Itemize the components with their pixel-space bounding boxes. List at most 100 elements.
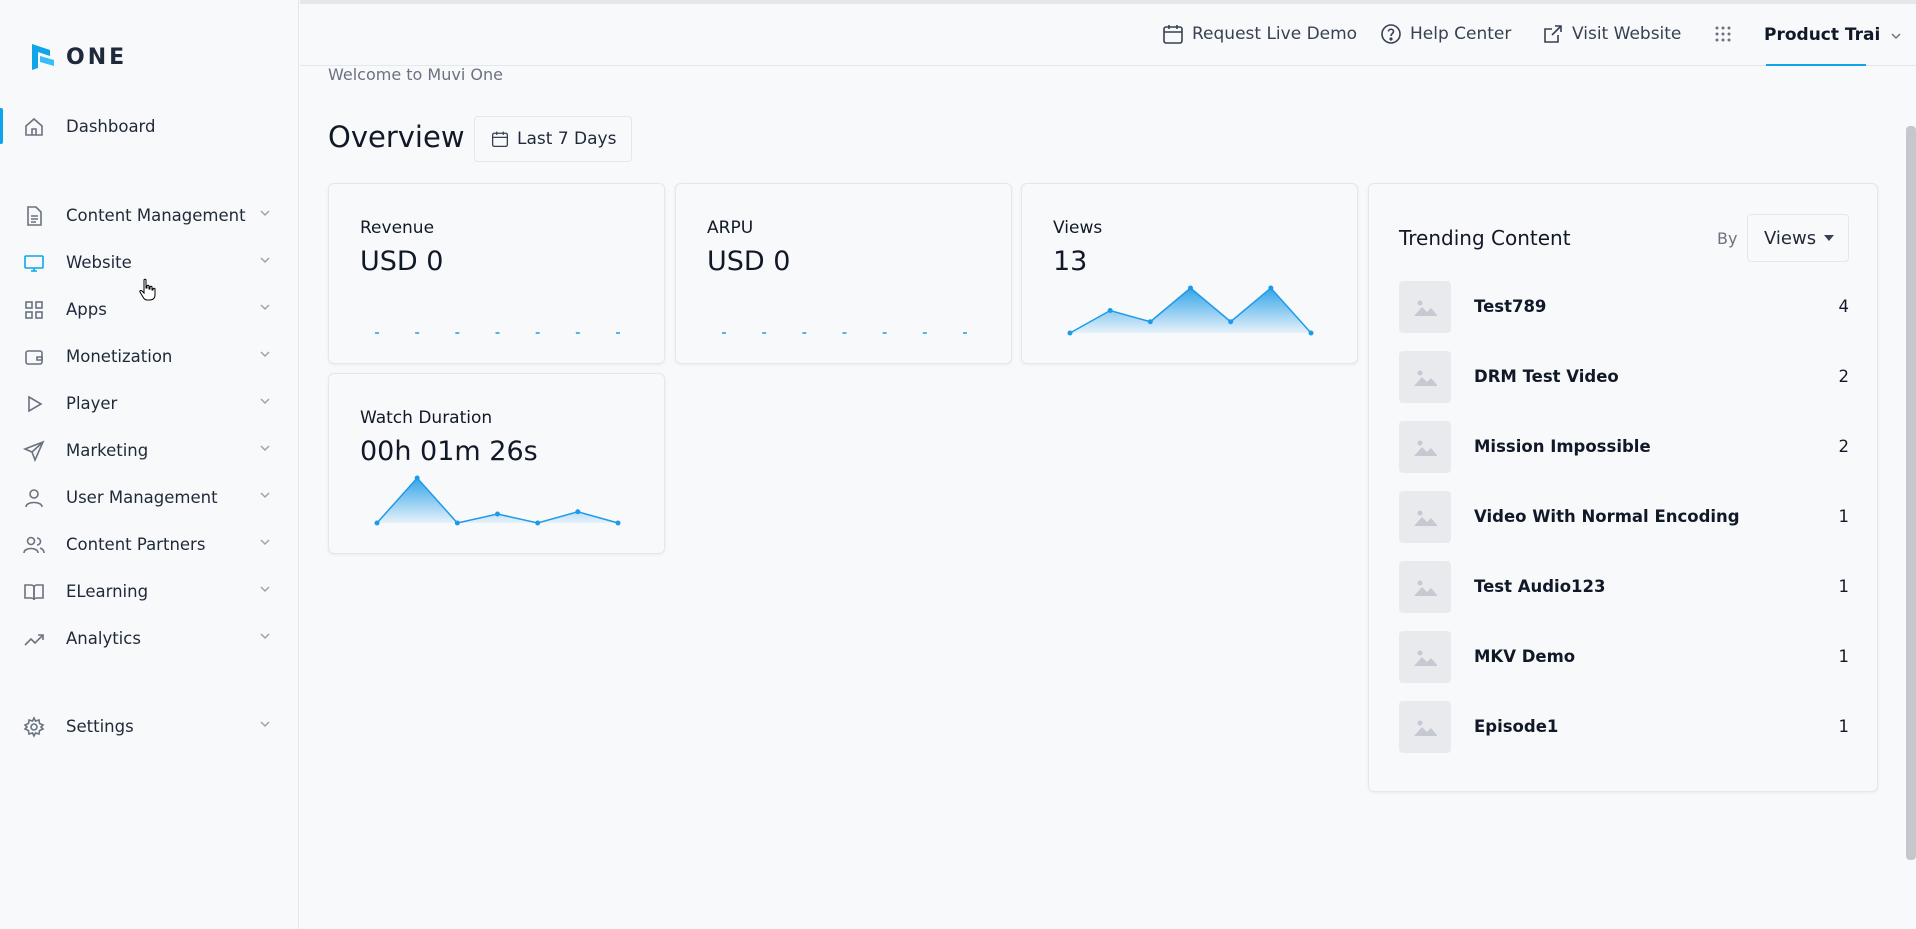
- content-title: Test Audio123: [1474, 577, 1606, 596]
- product-menu[interactable]: Product Trai: [1764, 20, 1904, 68]
- sidebar-item-label: Analytics: [66, 628, 141, 648]
- send-icon: [23, 440, 45, 462]
- trending-row[interactable]: Episode1 1: [1399, 701, 1849, 753]
- watch-duration-sparkline: [374, 475, 621, 526]
- chevron-down-icon: [260, 633, 270, 640]
- chevron-down-icon: [260, 445, 270, 452]
- product-menu-label: Product Trai: [1764, 25, 1881, 45]
- page-title: Overview: [328, 120, 465, 154]
- muvi-one-logo[interactable]: ONE: [28, 40, 127, 74]
- content-thumbnail: [1399, 561, 1451, 613]
- trending-row[interactable]: MKV Demo 1: [1399, 631, 1849, 683]
- trending-content-panel: Trending Content By Views Test789 4 DRM Te…: [1368, 183, 1878, 792]
- content-thumbnail: [1399, 351, 1451, 403]
- sidebar-item-monetization[interactable]: Monetization: [0, 336, 298, 376]
- sparkline-point: [1228, 319, 1234, 325]
- sparkline-point: [374, 520, 380, 526]
- visit-website-link[interactable]: Visit Website: [1542, 20, 1681, 48]
- content-thumbnail: [1399, 281, 1451, 333]
- sidebar-item-content-management[interactable]: Content Management: [0, 195, 298, 235]
- views-sparkline: [1067, 285, 1314, 336]
- product-menu-underline: [1766, 64, 1866, 66]
- sidebar-item-elearning[interactable]: ELearning: [0, 571, 298, 611]
- chevron-down-icon: [260, 398, 270, 405]
- image-placeholder-icon: [1414, 440, 1437, 456]
- content-thumbnail: [1399, 421, 1451, 473]
- sidebar-item-label: Marketing: [66, 440, 149, 460]
- sidebar-item-label: Content Partners: [66, 534, 206, 554]
- trending-up-icon: [24, 634, 44, 646]
- trending-row[interactable]: Test789 4: [1399, 281, 1849, 333]
- calendar-icon: [1163, 25, 1183, 44]
- content-title: Mission Impossible: [1474, 437, 1651, 456]
- sparkline-point: [615, 520, 621, 526]
- chevron-down-icon: [260, 586, 270, 593]
- sparkline-area: [1070, 288, 1311, 333]
- apps-grid-button[interactable]: [1714, 20, 1740, 48]
- sparkline-point: [575, 509, 581, 515]
- sparkline-point: [1188, 285, 1193, 291]
- sparkline-point: [1147, 319, 1153, 325]
- help-center-link[interactable]: Help Center: [1380, 20, 1511, 48]
- content-view-count: 4: [1838, 297, 1850, 316]
- sparkline-point: [1308, 330, 1314, 336]
- users-icon: [23, 536, 45, 554]
- sidebar-item-player[interactable]: Player: [0, 383, 298, 423]
- sidebar-item-content-partners[interactable]: Content Partners: [0, 524, 298, 564]
- revenue-card: Revenue USD 0: [328, 183, 665, 364]
- document-icon: [27, 206, 42, 226]
- sidebar: ONE Dashboard Content Management Website…: [0, 0, 299, 929]
- play-icon: [28, 395, 43, 413]
- arpu-sparkline: [722, 332, 967, 334]
- request-live-demo-label: Request Live Demo: [1192, 24, 1358, 44]
- chevron-down-icon: [260, 257, 270, 264]
- sidebar-item-marketing[interactable]: Marketing: [0, 430, 298, 470]
- visit-website-label: Visit Website: [1572, 24, 1682, 44]
- revenue-sparkline: [375, 332, 620, 334]
- watch-duration-card: Watch Duration 00h 01m 26s: [328, 373, 665, 554]
- trending-title: Trending Content: [1399, 226, 1571, 250]
- user-icon: [25, 489, 43, 508]
- arpu-card: ARPU USD 0: [675, 183, 1012, 364]
- trending-row[interactable]: Video With Normal Encoding 1: [1399, 491, 1849, 543]
- help-circle-icon: [1381, 24, 1401, 44]
- trending-row[interactable]: DRM Test Video 2: [1399, 351, 1849, 403]
- chevron-down-icon: [260, 210, 270, 217]
- content-view-count: 2: [1838, 437, 1850, 456]
- request-live-demo-link[interactable]: Request Live Demo: [1162, 20, 1357, 48]
- gear-icon: [23, 716, 45, 738]
- sidebar-item-dashboard[interactable]: Dashboard: [0, 106, 298, 146]
- hand-cursor-icon: [139, 278, 156, 301]
- content-title: MKV Demo: [1474, 647, 1576, 666]
- sparkline-point: [1067, 330, 1073, 336]
- sidebar-item-website[interactable]: Website: [0, 242, 298, 282]
- trending-row[interactable]: Mission Impossible 2: [1399, 421, 1849, 473]
- logo-text: ONE: [66, 44, 128, 70]
- chevron-down-icon: [260, 721, 270, 728]
- wallet-icon: [25, 350, 43, 365]
- book-icon: [24, 584, 44, 601]
- sidebar-item-user-management[interactable]: User Management: [0, 477, 298, 517]
- caret-down-icon: [1824, 235, 1835, 241]
- sidebar-item-label: Content Management: [66, 205, 246, 225]
- sidebar-item-analytics[interactable]: Analytics: [0, 618, 298, 658]
- grid-icon: [25, 301, 43, 319]
- sparkline-point: [1107, 308, 1113, 313]
- chevron-down-icon: [260, 492, 270, 499]
- date-range-button[interactable]: Last 7 Days: [474, 116, 632, 162]
- sort-by-select[interactable]: Views: [1747, 214, 1849, 262]
- sort-by-label: By: [1717, 229, 1738, 248]
- content-view-count: 2: [1838, 367, 1850, 386]
- muvi-logo-icon: [32, 44, 54, 70]
- sparkline-point: [495, 511, 500, 517]
- trending-row[interactable]: Test Audio123 1: [1399, 561, 1849, 613]
- sparkline-point: [454, 520, 460, 526]
- content-title: DRM Test Video: [1474, 367, 1619, 386]
- sidebar-item-settings[interactable]: Settings: [0, 706, 298, 746]
- chevron-down-icon: [1891, 33, 1901, 40]
- sidebar-item-label: User Management: [66, 487, 218, 507]
- sidebar-item-label: Apps: [66, 299, 107, 319]
- sparkline-point: [535, 520, 541, 526]
- content-title: Test789: [1474, 297, 1547, 316]
- page-scrollbar[interactable]: [1906, 126, 1916, 860]
